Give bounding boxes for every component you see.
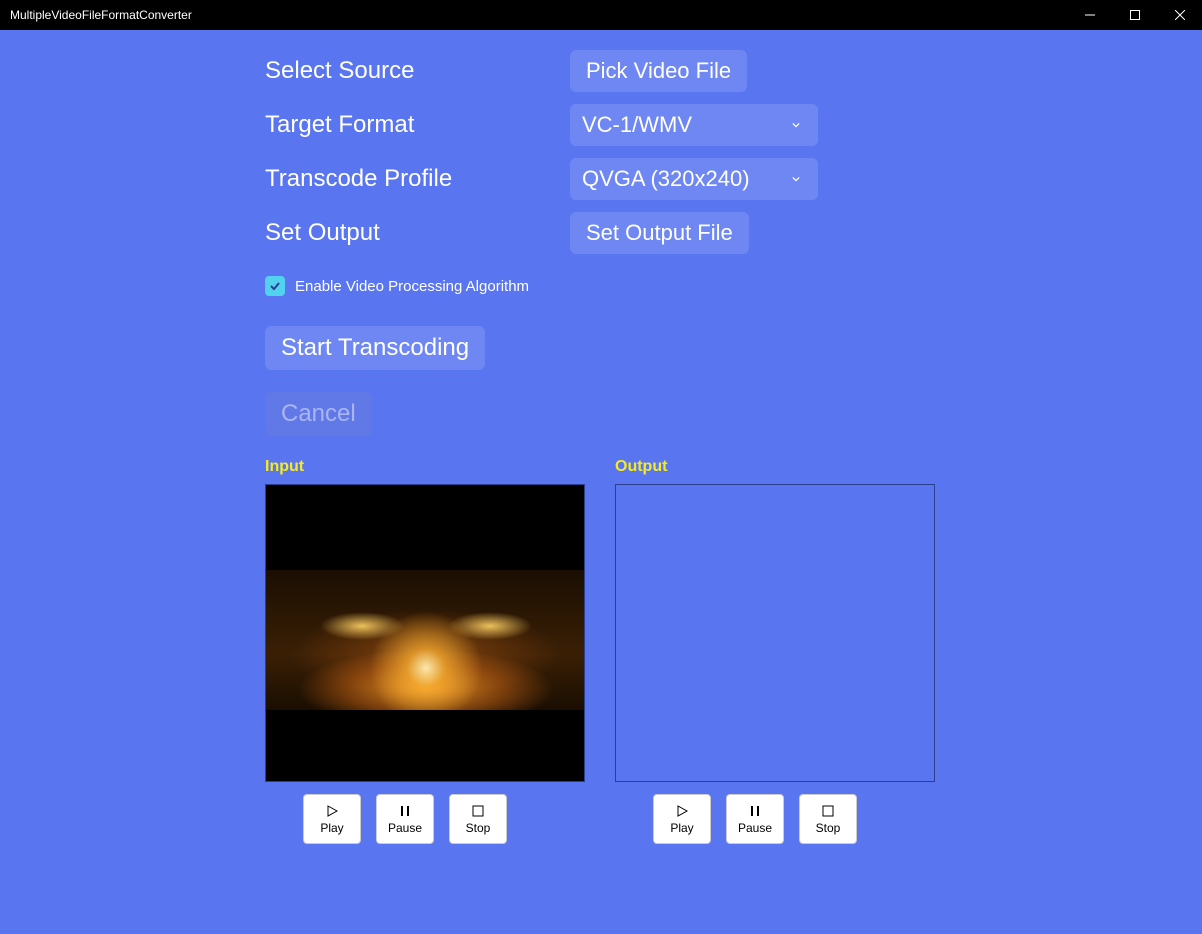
play-icon [325, 804, 339, 818]
target-format-value: VC-1/WMV [582, 112, 692, 138]
stop-icon [471, 804, 485, 818]
select-source-label: Select Source [265, 57, 570, 85]
pause-icon [748, 804, 762, 818]
chevron-down-icon [786, 115, 806, 135]
window-controls [1067, 0, 1202, 30]
start-transcoding-button[interactable]: Start Transcoding [265, 326, 485, 370]
select-source-row: Select Source Pick Video File [265, 50, 1202, 92]
output-play-button[interactable]: Play [653, 794, 711, 844]
preview-section: Input Play Pause Stop Output [265, 458, 1202, 844]
enable-algorithm-row: Enable Video Processing Algorithm [265, 276, 1202, 296]
input-preview-label: Input [265, 458, 585, 476]
chevron-down-icon [786, 169, 806, 189]
cancel-button[interactable]: Cancel [265, 392, 372, 436]
target-format-row: Target Format VC-1/WMV [265, 104, 1202, 146]
pick-video-file-button[interactable]: Pick Video File [570, 50, 747, 92]
stop-icon [821, 804, 835, 818]
video-frame-thumbnail [266, 570, 585, 710]
pause-icon [398, 804, 412, 818]
target-format-label: Target Format [265, 111, 570, 139]
main-content: Select Source Pick Video File Target For… [0, 30, 1202, 844]
input-media-controls: Play Pause Stop [265, 794, 585, 844]
input-play-button[interactable]: Play [303, 794, 361, 844]
output-video-preview [615, 484, 935, 782]
transcode-profile-value: QVGA (320x240) [582, 166, 750, 192]
minimize-button[interactable] [1067, 0, 1112, 30]
enable-algorithm-label: Enable Video Processing Algorithm [295, 278, 529, 295]
maximize-button[interactable] [1112, 0, 1157, 30]
output-stop-button[interactable]: Stop [799, 794, 857, 844]
output-pause-button[interactable]: Pause [726, 794, 784, 844]
titlebar: MultipleVideoFileFormatConverter [0, 0, 1202, 30]
target-format-select[interactable]: VC-1/WMV [570, 104, 818, 146]
output-preview-column: Output Play Pause Stop [615, 458, 935, 844]
output-media-controls: Play Pause Stop [615, 794, 935, 844]
set-output-row: Set Output Set Output File [265, 212, 1202, 254]
close-button[interactable] [1157, 0, 1202, 30]
input-stop-button[interactable]: Stop [449, 794, 507, 844]
window-title: MultipleVideoFileFormatConverter [10, 8, 192, 22]
set-output-label: Set Output [265, 219, 570, 247]
input-pause-button[interactable]: Pause [376, 794, 434, 844]
set-output-file-button[interactable]: Set Output File [570, 212, 749, 254]
transcode-profile-label: Transcode Profile [265, 165, 570, 193]
input-preview-column: Input Play Pause Stop [265, 458, 585, 844]
output-preview-label: Output [615, 458, 935, 476]
input-video-preview [265, 484, 585, 782]
transcode-profile-select[interactable]: QVGA (320x240) [570, 158, 818, 200]
transcode-profile-row: Transcode Profile QVGA (320x240) [265, 158, 1202, 200]
enable-algorithm-checkbox[interactable] [265, 276, 285, 296]
play-icon [675, 804, 689, 818]
